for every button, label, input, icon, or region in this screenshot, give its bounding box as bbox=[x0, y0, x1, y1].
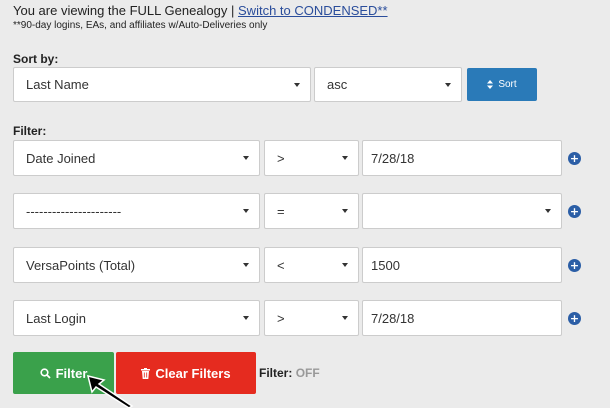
sort-label: Sort by: bbox=[13, 52, 59, 66]
notice-text: You are viewing the FULL Genealogy | bbox=[13, 3, 235, 18]
caret-down-icon bbox=[243, 209, 249, 213]
clear-filters-button[interactable]: Clear Filters bbox=[116, 352, 256, 394]
switch-condensed-link[interactable]: Switch to CONDENSED** bbox=[238, 3, 388, 18]
filter-value: 7/28/18 bbox=[371, 150, 415, 166]
caret-down-icon bbox=[243, 156, 249, 160]
caret-down-icon bbox=[342, 209, 348, 213]
filter-field-value: VersaPoints (Total) bbox=[26, 257, 136, 273]
filter-row-1-value-input[interactable]: 7/28/18 bbox=[362, 140, 562, 176]
filter-row-3-field-select[interactable]: VersaPoints (Total) bbox=[13, 247, 260, 283]
caret-down-icon bbox=[342, 316, 348, 320]
filter-value: 7/28/18 bbox=[371, 310, 415, 326]
sort-field-select[interactable]: Last Name bbox=[13, 67, 311, 102]
trash-icon bbox=[141, 367, 151, 379]
add-filter-icon[interactable]: + bbox=[568, 152, 581, 165]
sort-button[interactable]: Sort bbox=[467, 68, 537, 101]
sort-button-label: Sort bbox=[498, 79, 517, 90]
add-filter-icon[interactable]: + bbox=[568, 259, 581, 272]
sort-icon bbox=[487, 80, 494, 89]
caret-down-icon bbox=[342, 156, 348, 160]
filter-status: Filter: OFF bbox=[259, 366, 320, 380]
filter-button-label: Filter bbox=[55, 365, 88, 381]
caret-down-icon bbox=[294, 82, 300, 87]
filter-status-label: Filter: bbox=[259, 366, 293, 380]
filter-row-4-value-input[interactable]: 7/28/18 bbox=[362, 300, 562, 336]
filter-status-value: OFF bbox=[295, 366, 320, 380]
add-filter-icon[interactable]: + bbox=[568, 312, 581, 325]
filter-operator-value: > bbox=[277, 150, 285, 166]
filter-operator-value: = bbox=[277, 203, 285, 219]
genealogy-notice: You are viewing the FULL Genealogy | Swi… bbox=[13, 3, 388, 18]
caret-down-icon bbox=[243, 316, 249, 320]
filter-operator-value: < bbox=[277, 257, 285, 273]
filter-row-2-operator-select[interactable]: = bbox=[264, 193, 359, 229]
filter-row-4-field-select[interactable]: Last Login bbox=[13, 300, 260, 336]
clear-filters-label: Clear Filters bbox=[155, 365, 231, 381]
caret-down-icon bbox=[342, 263, 348, 267]
filter-value: 1500 bbox=[371, 257, 400, 273]
sort-direction-value: asc bbox=[327, 77, 348, 92]
filter-operator-value: > bbox=[277, 310, 285, 326]
search-icon bbox=[39, 367, 51, 379]
filter-label: Filter: bbox=[13, 124, 47, 138]
filter-row-2-value-select[interactable] bbox=[362, 193, 562, 229]
filter-row-3-value-input[interactable]: 1500 bbox=[362, 247, 562, 283]
caret-down-icon bbox=[545, 209, 551, 213]
caret-down-icon bbox=[445, 82, 451, 87]
filter-row-3-operator-select[interactable]: < bbox=[264, 247, 359, 283]
footnote: **90-day logins, EAs, and affiliates w/A… bbox=[13, 20, 268, 31]
caret-down-icon bbox=[243, 263, 249, 267]
sort-direction-select[interactable]: asc bbox=[314, 67, 462, 102]
mouse-cursor-icon bbox=[86, 374, 134, 408]
filter-row-1-field-select[interactable]: Date Joined bbox=[13, 140, 260, 176]
filter-field-value: Date Joined bbox=[26, 150, 96, 166]
sort-field-value: Last Name bbox=[26, 77, 89, 92]
filter-field-value: ---------------------- bbox=[26, 203, 122, 219]
add-filter-icon[interactable]: + bbox=[568, 205, 581, 218]
filter-row-1-operator-select[interactable]: > bbox=[264, 140, 359, 176]
filter-row-4-operator-select[interactable]: > bbox=[264, 300, 359, 336]
filter-field-value: Last Login bbox=[26, 310, 86, 326]
filter-row-2-field-select[interactable]: ---------------------- bbox=[13, 193, 260, 229]
